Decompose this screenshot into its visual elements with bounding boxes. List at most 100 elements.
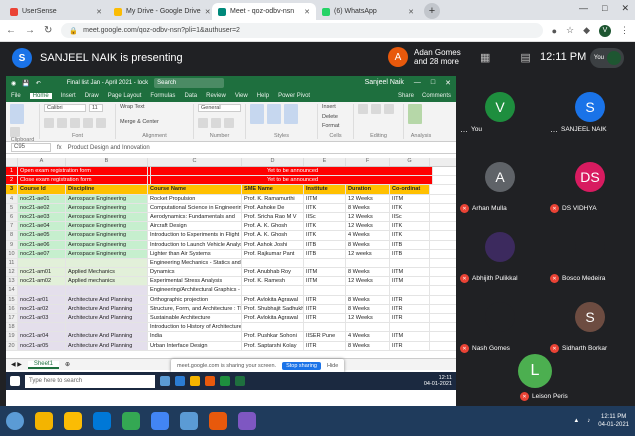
table-row[interactable]: 19 noc21-ar04 Architecture And Planning Ind… xyxy=(6,332,456,342)
table-cell[interactable]: IITR xyxy=(304,314,346,323)
more-options-icon[interactable]: … xyxy=(460,125,468,134)
table-cell[interactable]: Prof. Ashok Joshi xyxy=(242,240,304,249)
browser-tab[interactable]: (6) WhatsApp ✕ xyxy=(316,3,420,20)
font-size-select[interactable]: 11 xyxy=(89,104,103,112)
table-cell[interactable]: noc21-ae04 xyxy=(18,222,66,231)
task-view-icon[interactable] xyxy=(160,376,170,386)
table-cell[interactable]: noc21-ar05 xyxy=(18,341,66,350)
table-cell[interactable] xyxy=(304,323,346,332)
table-cell[interactable]: noc21-am02 xyxy=(18,277,66,286)
table-cell[interactable] xyxy=(242,258,304,268)
chrome-icon[interactable] xyxy=(220,376,230,386)
table-cell[interactable] xyxy=(390,323,430,332)
table-cell[interactable]: IITK xyxy=(390,203,430,212)
comma-icon[interactable] xyxy=(224,117,234,128)
table-cell[interactable]: Aerospace Engineering xyxy=(66,231,148,240)
row-number[interactable]: 11 xyxy=(6,258,18,268)
table-cell[interactable]: SME Name xyxy=(242,185,304,194)
table-cell[interactable]: Prof. Pushkar Sohoni xyxy=(242,332,304,341)
table-row[interactable]: 9 noc21-ae06 Aerospace Engineering Introduc… xyxy=(6,240,456,250)
table-cell[interactable] xyxy=(390,286,430,295)
table-cell[interactable]: Architecture And Planning xyxy=(66,304,148,313)
table-cell[interactable]: Aircraft Design xyxy=(148,222,242,231)
folder-icon[interactable] xyxy=(64,412,82,430)
office-icon[interactable] xyxy=(209,412,227,430)
extension-icon[interactable]: ◆ xyxy=(583,25,590,36)
ribbon-tab[interactable]: Page Layout xyxy=(108,93,142,99)
table-row[interactable]: 15 noc21-ar01 Architecture And Planning Ort… xyxy=(6,295,456,305)
row-number[interactable]: 16 xyxy=(6,304,18,313)
conditional-formatting-icon[interactable] xyxy=(250,104,264,124)
table-row[interactable]: 20 noc21-ar05 Architecture And Planning Urb… xyxy=(6,341,456,351)
back-icon[interactable]: ← xyxy=(6,25,16,36)
table-cell[interactable]: noc21-ae06 xyxy=(18,240,66,249)
insert-button[interactable]: Insert xyxy=(322,104,349,110)
table-cell[interactable]: IITM xyxy=(304,277,346,286)
row-number[interactable]: 12 xyxy=(6,268,18,277)
table-cell[interactable]: noc21-ar02 xyxy=(18,304,66,313)
browser-tab[interactable]: UserSense ✕ xyxy=(4,3,108,20)
table-cell[interactable]: noc21-ar01 xyxy=(18,295,66,304)
table-cell[interactable]: Applied mechanics xyxy=(66,277,148,286)
table-cell[interactable]: IITM xyxy=(390,268,430,277)
participants-summary[interactable]: A Adan Gomes and 28 more xyxy=(388,47,461,67)
table-cell[interactable] xyxy=(242,323,304,332)
close-tab-icon[interactable]: ✕ xyxy=(205,8,211,16)
edge-icon[interactable] xyxy=(175,376,185,386)
row-number[interactable]: 7 xyxy=(6,222,18,231)
row-number[interactable]: 17 xyxy=(6,314,18,323)
more-options-icon[interactable]: … xyxy=(550,125,558,134)
table-cell[interactable]: Prof. Sricha Rao M V xyxy=(242,212,304,222)
comments-button[interactable]: Comments xyxy=(422,93,451,99)
table-cell[interactable]: Aerospace Engineering xyxy=(66,212,148,222)
table-cell[interactable]: Aerospace Engineering xyxy=(66,222,148,231)
table-row[interactable]: 12 noc21-am01 Applied Mechanics Dynamics Pro… xyxy=(6,268,456,278)
table-cell[interactable]: Prof. Avlokita Agrawal xyxy=(242,314,304,323)
column-header[interactable]: B xyxy=(66,158,148,166)
close-tab-icon[interactable]: ✕ xyxy=(96,8,102,16)
table-cell[interactable] xyxy=(242,286,304,295)
wrap-text-button[interactable]: Wrap Text xyxy=(120,104,145,110)
cell-styles-icon[interactable] xyxy=(284,104,298,124)
ribbon-tab[interactable]: Power Pivot xyxy=(278,93,310,99)
table-cell[interactable]: Co-ordinat xyxy=(390,185,430,194)
table-row[interactable]: 4 noc21-ae01 Aerospace Engineering Rocket P… xyxy=(6,194,456,204)
volume-icon[interactable]: ♪ xyxy=(587,418,590,424)
table-row[interactable]: 3 Course Id Discipline Course Name SME Name I… xyxy=(6,185,456,195)
find-select-icon[interactable] xyxy=(384,104,394,114)
excel-search[interactable]: Search xyxy=(154,78,225,88)
table-cell[interactable]: Aerospace Engineering xyxy=(66,203,148,212)
maximize-icon[interactable]: □ xyxy=(602,3,607,14)
reload-icon[interactable]: ↻ xyxy=(44,25,52,36)
ribbon-tab[interactable]: Data xyxy=(184,93,197,99)
table-cell[interactable]: Aerospace Engineering xyxy=(66,194,148,203)
table-cell[interactable] xyxy=(304,258,346,268)
table-cell[interactable]: Rocket Propulsion xyxy=(148,194,242,203)
table-cell[interactable]: 8 Weeks xyxy=(346,341,390,350)
row-number[interactable]: 4 xyxy=(6,194,18,203)
close-icon[interactable]: ✕ xyxy=(621,3,629,14)
table-cell[interactable]: 8 Weeks xyxy=(346,203,390,212)
table-row[interactable]: 18 Introduction to History of Architectur… xyxy=(6,323,456,333)
table-cell[interactable]: Sustainable Architecture xyxy=(148,314,242,323)
table-cell[interactable] xyxy=(66,258,148,268)
table-cell[interactable]: IITM xyxy=(390,277,430,286)
table-cell[interactable] xyxy=(346,323,390,332)
table-cell[interactable]: Prof. Ashoke De xyxy=(242,203,304,212)
participant-tile[interactable]: V… You xyxy=(456,80,544,150)
table-cell[interactable]: noc21-ar04 xyxy=(18,332,66,341)
table-cell[interactable]: IITR xyxy=(304,341,346,350)
table-cell[interactable]: noc21-ar03 xyxy=(18,314,66,323)
table-cell[interactable]: Applied Mechanics xyxy=(66,268,148,277)
participant-tile[interactable]: DS ✕ DS VIDHYA xyxy=(546,150,634,220)
app-icon[interactable] xyxy=(238,412,256,430)
font-name-select[interactable]: Calibri xyxy=(44,104,86,112)
bold-icon[interactable] xyxy=(44,117,54,128)
table-cell[interactable]: Architecture And Planning xyxy=(66,295,148,304)
table-cell[interactable]: IISER Pune xyxy=(304,332,346,341)
ribbon-tab[interactable]: Formulas xyxy=(150,93,175,99)
table-cell[interactable]: 12 weeks xyxy=(346,249,390,258)
table-cell[interactable]: IITM xyxy=(304,194,346,203)
format-button[interactable]: Format xyxy=(322,123,349,129)
table-cell[interactable]: Discipline xyxy=(66,185,148,194)
